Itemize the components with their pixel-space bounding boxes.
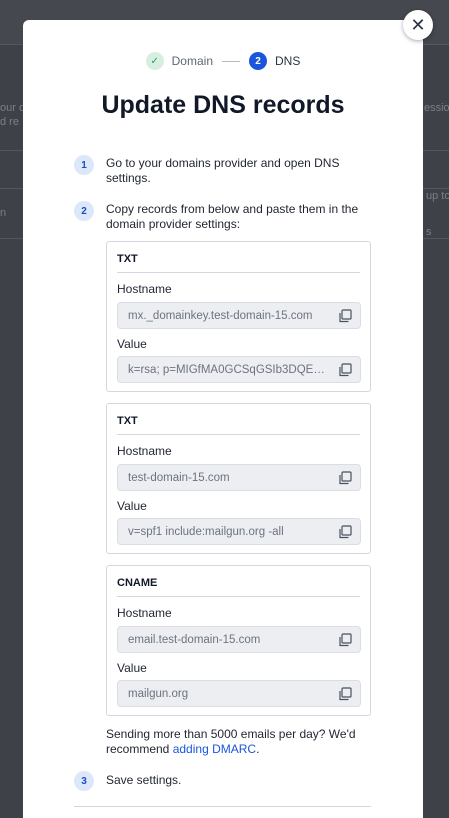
- hostname-field[interactable]: test-domain-15.com: [117, 464, 361, 491]
- hostname-value: test-domain-15.com: [128, 471, 230, 484]
- close-button[interactable]: ✕: [403, 10, 433, 40]
- instruction-text: Copy records from below and paste them i…: [106, 202, 359, 231]
- copy-icon[interactable]: [338, 471, 352, 485]
- copy-icon[interactable]: [338, 363, 352, 377]
- step-label: DNS: [275, 54, 301, 68]
- instruction-number: 1: [74, 155, 94, 175]
- value-field[interactable]: k=rsa; p=MIGfMA0GCSqGSIb3DQEBA…: [117, 356, 361, 383]
- dmarc-note-suffix: .: [256, 742, 260, 756]
- instruction-text: Go to your domains provider and open DNS…: [106, 156, 340, 185]
- background-text: d re: [0, 116, 19, 128]
- dns-record-card: TXT Hostname mx._domainkey.test-domain-1…: [106, 241, 371, 392]
- background-text: s: [426, 226, 432, 238]
- adding-dmarc-link[interactable]: adding DMARC: [173, 742, 256, 756]
- background-text: our c: [0, 102, 25, 114]
- hostname-label: Hostname: [117, 444, 172, 458]
- check-icon: ✓: [145, 52, 164, 70]
- footer-divider: [74, 806, 371, 807]
- divider: [117, 596, 360, 597]
- hostname-value: email.test-domain-15.com: [128, 633, 261, 646]
- copy-icon[interactable]: [338, 309, 352, 323]
- copy-icon[interactable]: [338, 525, 352, 539]
- instruction-number: 3: [74, 771, 94, 791]
- hostname-value: mx._domainkey.test-domain-15.com: [128, 309, 313, 322]
- hostname-label: Hostname: [117, 282, 172, 296]
- close-icon: ✕: [410, 14, 426, 35]
- value-field[interactable]: v=spf1 include:mailgun.org -all: [117, 518, 361, 545]
- dns-record-card: TXT Hostname test-domain-15.com Value v=…: [106, 403, 371, 554]
- record-value: v=spf1 include:mailgun.org -all: [128, 525, 284, 538]
- hostname-field[interactable]: email.test-domain-15.com: [117, 626, 361, 653]
- value-label: Value: [117, 337, 147, 351]
- copy-icon[interactable]: [338, 687, 352, 701]
- record-type: CNAME: [117, 577, 158, 589]
- record-value: k=rsa; p=MIGfMA0GCSqGSIb3DQEBA…: [128, 363, 332, 376]
- background-text: n: [0, 207, 7, 219]
- dns-record-card: CNAME Hostname email.test-domain-15.com …: [106, 565, 371, 716]
- background-text: up to: [426, 190, 449, 202]
- hostname-label: Hostname: [117, 606, 172, 620]
- divider: [117, 272, 360, 273]
- step-domain[interactable]: ✓ Domain: [145, 52, 213, 70]
- step-connector: [222, 60, 240, 62]
- copy-icon[interactable]: [338, 633, 352, 647]
- record-type: TXT: [117, 253, 138, 265]
- step-number: 2: [249, 52, 267, 70]
- page-title: Update DNS records: [101, 91, 345, 119]
- value-label: Value: [117, 661, 147, 675]
- instruction-text: Save settings.: [106, 773, 182, 787]
- value-field[interactable]: mailgun.org: [117, 680, 361, 707]
- record-type: TXT: [117, 415, 138, 427]
- divider: [117, 434, 360, 435]
- step-dns: 2 DNS: [249, 52, 300, 70]
- background-text: essio: [424, 102, 449, 114]
- dns-setup-modal: ✓ Domain 2 DNS Update DNS records 1 Go t…: [23, 20, 423, 818]
- dmarc-note: Sending more than 5000 emails per day? W…: [106, 727, 371, 757]
- hostname-field[interactable]: mx._domainkey.test-domain-15.com: [117, 302, 361, 329]
- step-label: Domain: [171, 54, 213, 68]
- instruction-number: 2: [74, 201, 94, 221]
- value-label: Value: [117, 499, 147, 513]
- record-value: mailgun.org: [128, 687, 189, 700]
- stepper: ✓ Domain 2 DNS: [23, 52, 423, 70]
